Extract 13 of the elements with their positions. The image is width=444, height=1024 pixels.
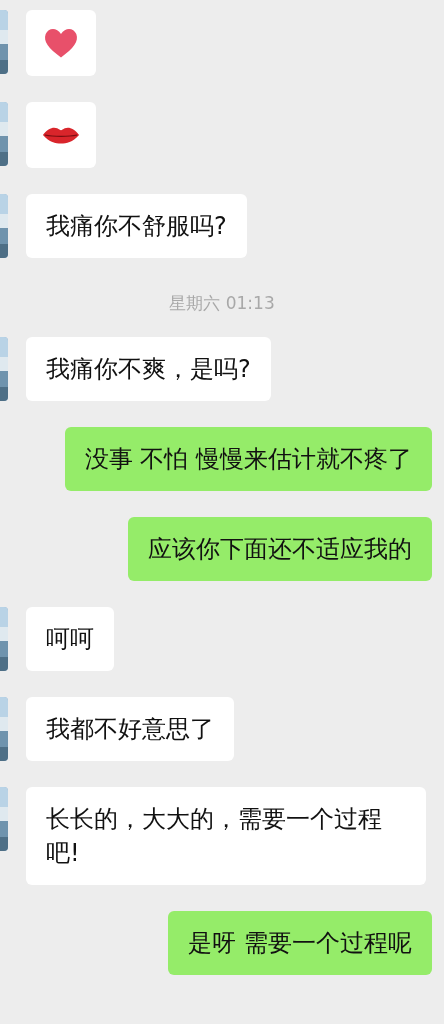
received-message: 呵呵 [26,607,114,671]
sticker-bubble[interactable] [26,102,96,168]
received-message: 我痛你不爽，是吗? [26,337,271,401]
received-message: 我都不好意思了 [26,697,234,761]
timestamp: 星期六 01:13 [168,292,276,315]
sent-message: 应该你下面还不适应我的 [128,517,432,581]
lips-icon [42,125,80,145]
sticker-bubble[interactable] [26,10,96,76]
sent-message: 没事 不怕 慢慢来估计就不疼了 [64,427,432,491]
received-message: 长长的，大大的，需要一个过程吧! [26,787,426,885]
received-message: 我痛你不舒服吗? [26,194,247,258]
heart-icon [43,26,79,60]
sent-message: 是呀 需要一个过程呢 [168,911,432,975]
